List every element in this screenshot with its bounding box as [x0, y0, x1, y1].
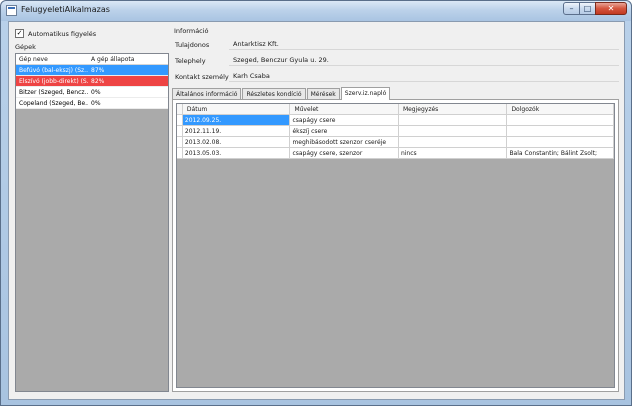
log-date[interactable]: 2012.09.25.	[182, 115, 291, 125]
window-title: FelugyeletiAlkalmazas	[21, 5, 110, 14]
log-note[interactable]	[399, 126, 508, 136]
contact-value: Karh Csaba	[229, 69, 619, 82]
detail-tabs: Általános információ Részletes kondíció …	[172, 86, 391, 100]
app-window: FelugyeletiAlkalmazas – □ ✕ ✓ Automatiku…	[0, 0, 632, 406]
table-row[interactable]: 2013.05.03. csapágy csere, szenzor nincs…	[177, 148, 614, 159]
service-log-panel: Dátum Művelet Megjegyzés Dolgozók 2012.0…	[172, 99, 619, 392]
service-log-grid[interactable]: Dátum Művelet Megjegyzés Dolgozók 2012.0…	[176, 103, 615, 388]
machine-list-header: Gép neve A gép állapota	[16, 54, 168, 65]
machine-name: Copeland (Szeged, Be...	[19, 100, 88, 107]
client-area: ✓ Automatikus figyelés Gépek Gép neve A …	[8, 21, 625, 400]
contact-label: Kontakt személy	[175, 73, 229, 81]
log-workers[interactable]	[507, 137, 614, 147]
window-controls: – □ ✕	[563, 2, 627, 15]
log-note[interactable]: nincs	[399, 148, 508, 158]
owner-label: Tulajdonos	[175, 41, 210, 49]
log-action[interactable]: meghibásodott szenzor cseréje	[290, 137, 399, 147]
minimize-button[interactable]: –	[563, 2, 580, 15]
column-header-action[interactable]: Művelet	[290, 104, 399, 114]
machine-name: Befúvó (bal-ekszj) (Sz...	[19, 67, 88, 74]
machine-status: 87%	[91, 67, 105, 74]
table-row[interactable]: 2012.11.19. ékszíj csere	[177, 126, 614, 137]
log-date[interactable]: 2012.11.19.	[183, 126, 291, 136]
log-action[interactable]: ékszíj csere	[290, 126, 399, 136]
maximize-button[interactable]: □	[579, 2, 596, 15]
log-date[interactable]: 2013.02.08.	[183, 137, 291, 147]
log-note[interactable]	[399, 115, 508, 125]
auto-monitor-row[interactable]: ✓ Automatikus figyelés	[15, 29, 96, 38]
machine-status: 0%	[91, 89, 101, 96]
log-action[interactable]: csapágy csere, szenzor	[290, 148, 399, 158]
tab-detailed-condition[interactable]: Részletes kondíció	[242, 88, 306, 99]
machine-name: Elszívó (jobb-direkt) (S...	[19, 78, 88, 85]
log-workers[interactable]	[507, 115, 614, 125]
column-header-date[interactable]: Dátum	[183, 104, 291, 114]
log-date[interactable]: 2013.05.03.	[183, 148, 291, 158]
log-workers[interactable]	[507, 126, 614, 136]
column-header-machine-status[interactable]: A gép állapota	[88, 54, 168, 64]
column-header-machine-name[interactable]: Gép neve	[16, 54, 88, 64]
log-note[interactable]	[399, 137, 508, 147]
machine-row[interactable]: Elszívó (jobb-direkt) (S... 82%	[16, 76, 168, 87]
tab-general-info[interactable]: Általános információ	[172, 88, 242, 99]
site-value: Szeged, Benczur Gyula u. 29.	[229, 53, 619, 66]
column-header-workers[interactable]: Dolgozók	[507, 104, 614, 114]
info-group-title: Információ	[174, 27, 209, 35]
machine-row[interactable]: Befúvó (bal-ekszj) (Sz... 87%	[16, 65, 168, 76]
machine-list[interactable]: Gép neve A gép állapota Befúvó (bal-eksz…	[15, 53, 169, 392]
column-header-note[interactable]: Megjegyzés	[399, 104, 508, 114]
machine-status: 82%	[91, 78, 105, 85]
service-log-header: Dátum Művelet Megjegyzés Dolgozók	[177, 104, 614, 115]
close-button[interactable]: ✕	[595, 2, 627, 15]
table-row[interactable]: 2013.02.08. meghibásodott szenzor cseréj…	[177, 137, 614, 148]
machine-name: Bitzer (Szeged, Bencz...	[19, 89, 88, 96]
app-icon	[6, 5, 17, 16]
machine-row[interactable]: Copeland (Szeged, Be... 0%	[16, 98, 168, 109]
table-row[interactable]: 2012.09.25. csapágy csere	[177, 115, 614, 126]
title-bar[interactable]: FelugyeletiAlkalmazas – □ ✕	[1, 1, 631, 21]
site-label: Telephely	[175, 57, 206, 65]
machines-group-title: Gépek	[15, 43, 36, 51]
log-workers[interactable]: Bala Constantin; Bálint Zsolt;	[507, 148, 614, 158]
tab-service-log[interactable]: Szerv.iz.napló	[340, 87, 391, 100]
auto-monitor-label: Automatikus figyelés	[28, 29, 97, 38]
machine-status: 0%	[91, 100, 101, 107]
tab-measurements[interactable]: Mérések	[306, 88, 340, 99]
machine-row[interactable]: Bitzer (Szeged, Bencz... 0%	[16, 87, 168, 98]
auto-monitor-checkbox[interactable]: ✓	[15, 29, 24, 38]
owner-value: Antarktisz Kft.	[229, 37, 619, 50]
log-action[interactable]: csapágy csere	[290, 115, 399, 125]
